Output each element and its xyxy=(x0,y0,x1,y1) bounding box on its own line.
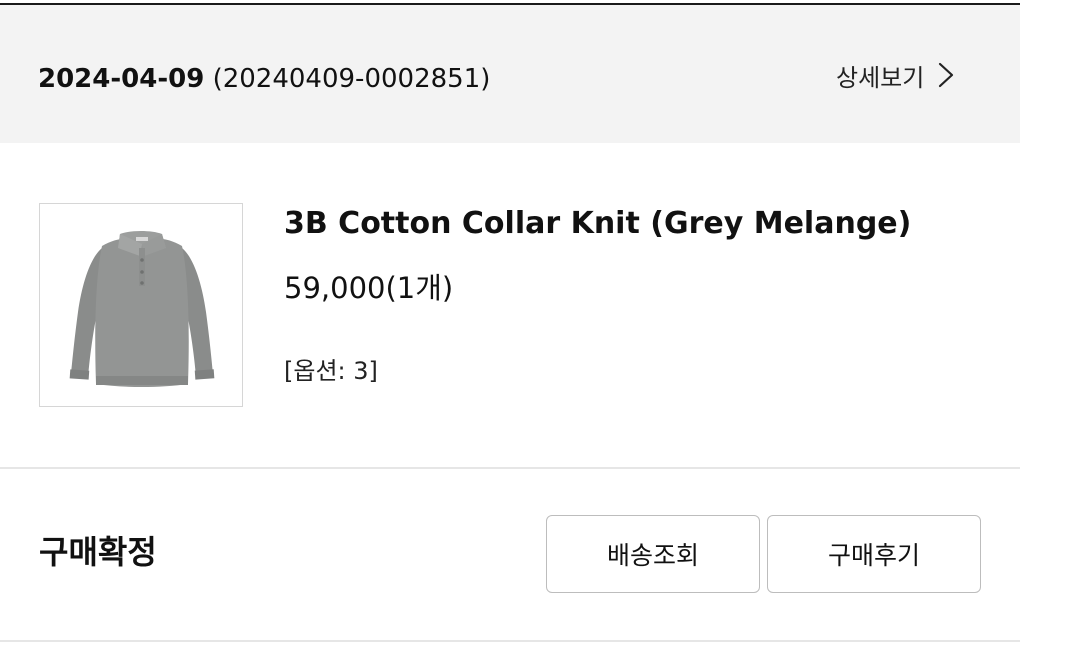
product-price: 59,000(1개) xyxy=(284,271,454,305)
order-header: 2024-04-09 (20240409-0002851) 상세보기 xyxy=(0,5,1020,143)
product-thumbnail[interactable] xyxy=(39,203,243,407)
detail-view-link[interactable]: 상세보기 xyxy=(836,57,958,93)
product-option: [옵션: 3] xyxy=(284,357,378,385)
order-status-label: 구매확정 xyxy=(39,533,157,571)
detail-view-label: 상세보기 xyxy=(836,63,925,92)
purchase-review-button[interactable]: 구매후기 xyxy=(767,515,981,593)
section-divider xyxy=(0,467,1020,469)
sweater-image-icon xyxy=(69,231,215,387)
order-card: 2024-04-09 (20240409-0002851) 상세보기 3B Co… xyxy=(0,0,1080,657)
order-date: 2024-04-09 xyxy=(38,64,205,94)
delivery-tracking-button[interactable]: 배송조회 xyxy=(546,515,760,593)
order-number: (20240409-0002851) xyxy=(212,64,491,94)
product-item[interactable]: 3B Cotton Collar Knit (Grey Melange) 59,… xyxy=(0,143,1020,468)
order-id: 2024-04-09 (20240409-0002851) xyxy=(38,63,490,95)
product-name[interactable]: 3B Cotton Collar Knit (Grey Melange) xyxy=(284,204,911,244)
chevron-right-icon xyxy=(939,62,954,88)
bottom-divider xyxy=(0,640,1020,642)
